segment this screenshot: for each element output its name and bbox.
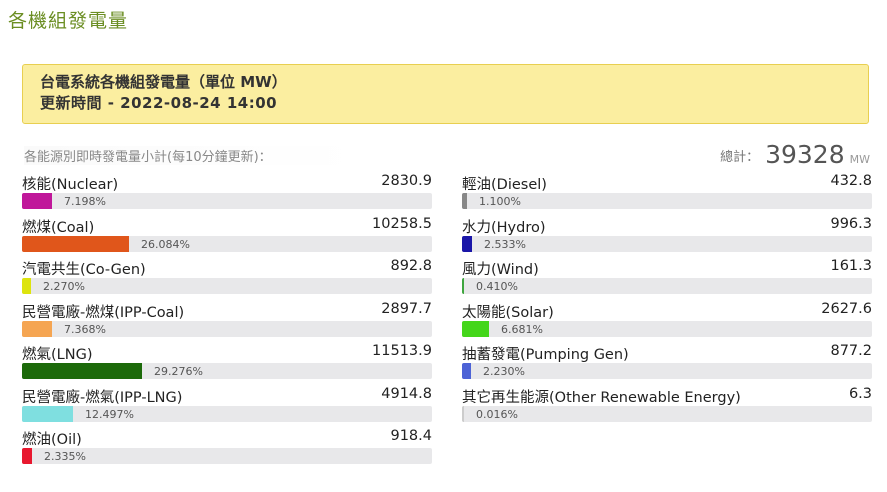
energy-row-ipp-lng: 民營電廠-燃氣(IPP-LNG) 4914.8 12.497% — [22, 386, 432, 426]
progress-fill — [22, 448, 32, 464]
energy-row-solar: 太陽能(Solar) 2627.6 6.681% — [462, 301, 872, 341]
progress-fill — [462, 235, 472, 252]
progress-fill — [22, 278, 31, 294]
energy-row-other-renewable: 其它再生能源(Other Renewable Energy) 6.3 0.016% — [462, 386, 872, 426]
energy-label: 燃油(Oil) — [22, 432, 82, 448]
progress-track: 2.270% — [22, 278, 432, 294]
energy-label: 水力(Hydro) — [462, 219, 546, 236]
progress-track: 6.681% — [462, 320, 872, 337]
total-unit: MW — [849, 153, 870, 166]
progress-fill — [462, 278, 464, 294]
progress-fill — [462, 363, 471, 379]
energy-label: 其它再生能源(Other Renewable Energy) — [462, 389, 741, 406]
energy-value: 877.2 — [830, 343, 872, 359]
energy-value: 996.3 — [830, 215, 872, 232]
energy-label: 核能(Nuclear) — [22, 177, 119, 193]
percent-label: 1.100% — [479, 195, 521, 208]
total-label: 總計： — [720, 150, 760, 165]
energy-row-hydro: 水力(Hydro) 996.3 2.533% — [462, 216, 872, 256]
energy-label: 燃煤(Coal) — [22, 219, 95, 236]
progress-fill — [22, 320, 52, 337]
energy-row-coal: 燃煤(Coal) 10258.5 26.084% — [22, 216, 432, 256]
progress-fill — [462, 405, 464, 422]
info-banner: 台電系統各機組發電量（單位 MW） 更新時間 - 2022-08-24 14:0… — [22, 64, 869, 124]
energy-value: 2627.6 — [821, 300, 872, 317]
energy-row-diesel: 輕油(Diesel) 432.8 1.100% — [462, 173, 872, 213]
energy-row-lng: 燃氣(LNG) 11513.9 29.276% — [22, 343, 432, 383]
progress-track: 7.368% — [22, 320, 432, 337]
percent-label: 6.681% — [501, 322, 543, 336]
progress-fill — [22, 363, 142, 379]
progress-fill — [22, 193, 52, 209]
energy-label: 太陽能(Solar) — [462, 304, 554, 321]
energy-label: 民營電廠-燃煤(IPP-Coal) — [22, 304, 185, 321]
progress-track: 0.016% — [462, 405, 872, 422]
progress-track: 0.410% — [462, 278, 872, 294]
percent-label: 26.084% — [141, 237, 190, 251]
percent-label: 0.016% — [476, 407, 518, 421]
progress-track: 26.084% — [22, 235, 432, 252]
percent-label: 2.270% — [43, 280, 85, 293]
progress-fill — [22, 235, 129, 252]
percent-label: 0.410% — [476, 280, 518, 293]
percent-label: 2.230% — [483, 365, 525, 378]
energy-label: 汽電共生(Co-Gen) — [22, 262, 146, 278]
energy-value: 432.8 — [830, 173, 872, 189]
energy-label: 燃氣(LNG) — [22, 347, 93, 363]
progress-fill — [22, 405, 73, 422]
energy-value: 892.8 — [390, 258, 432, 274]
total-output: 總計： 39328 MW — [720, 140, 870, 169]
section-subtitle: 各能源別即時發電量小計(每10分鐘更新)： — [24, 146, 360, 165]
energy-row-cogen: 汽電共生(Co-Gen) 892.8 2.270% — [22, 258, 432, 298]
energy-label: 民營電廠-燃氣(IPP-LNG) — [22, 389, 183, 406]
energy-value: 4914.8 — [381, 385, 432, 402]
energy-label: 風力(Wind) — [462, 262, 539, 278]
banner-title: 台電系統各機組發電量（單位 MW） — [40, 73, 287, 91]
energy-value: 11513.9 — [372, 343, 432, 359]
progress-track: 2.335% — [22, 448, 432, 464]
progress-track: 7.198% — [22, 193, 432, 209]
progress-track: 12.497% — [22, 405, 432, 422]
percent-label: 12.497% — [85, 407, 134, 421]
percent-label: 2.533% — [484, 237, 526, 251]
progress-fill — [462, 193, 467, 209]
percent-label: 29.276% — [154, 365, 203, 378]
total-value: 39328 — [765, 140, 845, 169]
energy-row-nuclear: 核能(Nuclear) 2830.9 7.198% — [22, 173, 432, 213]
energy-value: 161.3 — [830, 258, 872, 274]
progress-track: 2.230% — [462, 363, 872, 379]
progress-track: 2.533% — [462, 235, 872, 252]
energy-label: 輕油(Diesel) — [462, 177, 547, 193]
energy-row-ipp-coal: 民營電廠-燃煤(IPP-Coal) 2897.7 7.368% — [22, 301, 432, 341]
energy-value: 2897.7 — [381, 300, 432, 317]
page-title: 各機組發電量 — [8, 10, 129, 32]
energy-row-oil: 燃油(Oil) 918.4 2.335% — [22, 428, 432, 468]
update-time: 更新時間 - 2022-08-24 14:00 — [40, 94, 278, 112]
energy-value: 918.4 — [390, 428, 432, 444]
energy-value: 10258.5 — [372, 215, 432, 232]
progress-track: 29.276% — [22, 363, 432, 379]
percent-label: 7.368% — [64, 322, 106, 336]
energy-value: 6.3 — [848, 385, 872, 402]
percent-label: 7.198% — [64, 195, 106, 208]
progress-fill — [462, 320, 489, 337]
progress-track: 1.100% — [462, 193, 872, 209]
energy-label: 抽蓄發電(Pumping Gen) — [462, 347, 629, 363]
energy-row-pumping: 抽蓄發電(Pumping Gen) 877.2 2.230% — [462, 343, 872, 383]
energy-row-wind: 風力(Wind) 161.3 0.410% — [462, 258, 872, 298]
percent-label: 2.335% — [44, 450, 86, 463]
energy-value: 2830.9 — [381, 173, 432, 189]
